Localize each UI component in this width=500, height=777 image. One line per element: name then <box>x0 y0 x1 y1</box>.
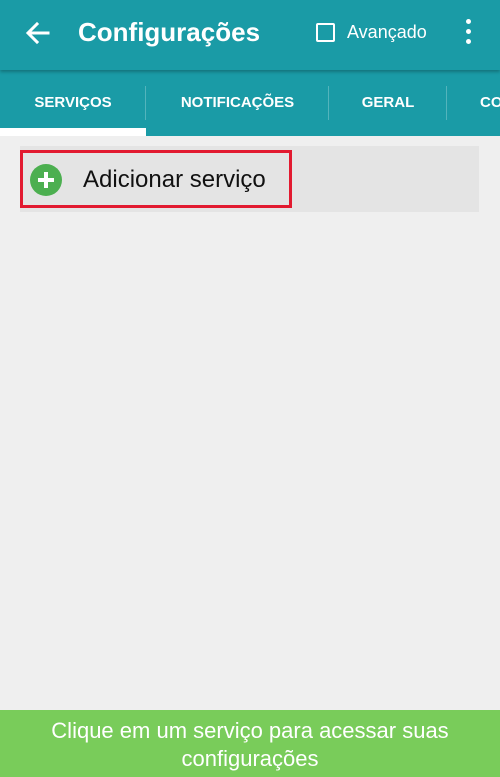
page-title: Configurações <box>78 17 261 47</box>
back-arrow-icon[interactable] <box>20 15 56 51</box>
tab-geral[interactable]: GERAL <box>329 70 447 136</box>
hint-text: Clique em um serviço para acessar suas c… <box>51 718 449 771</box>
menu-dot <box>466 29 471 34</box>
tab-indicator <box>0 128 146 136</box>
tab-notificacoes[interactable]: NOTIFICAÇÕES <box>146 70 329 136</box>
plus-circle-icon <box>30 164 62 196</box>
advanced-toggle[interactable]: Avançado <box>316 19 427 45</box>
tab-bar: SERVIÇOS NOTIFICAÇÕES GERAL CO <box>0 70 500 136</box>
app-bar: Configurações Avançado <box>0 0 500 70</box>
menu-dot <box>466 19 471 24</box>
tab-servicos[interactable]: SERVIÇOS <box>0 70 146 136</box>
checkbox-icon[interactable] <box>316 22 335 42</box>
advanced-label: Avançado <box>347 21 427 42</box>
menu-dot <box>466 39 471 44</box>
services-list: Adicionar serviço <box>0 136 500 710</box>
tab-partial[interactable]: CO <box>447 70 500 136</box>
add-service-label: Adicionar serviço <box>83 166 266 193</box>
more-vert-icon[interactable] <box>458 16 480 48</box>
hint-banner: Clique em um serviço para acessar suas c… <box>0 710 500 777</box>
add-service-button[interactable]: Adicionar serviço <box>20 146 479 212</box>
